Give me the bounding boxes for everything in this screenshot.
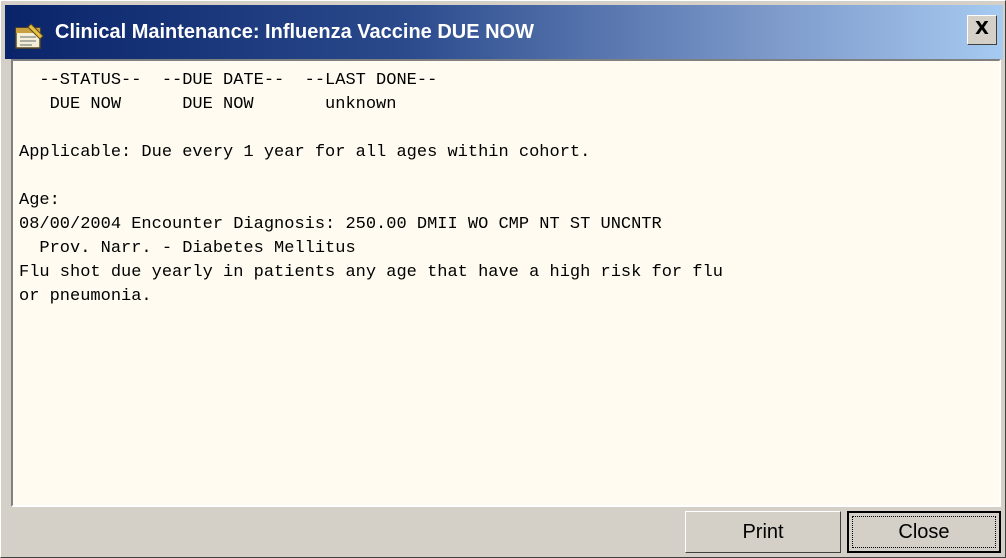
- window-title: Clinical Maintenance: Influenza Vaccine …: [55, 21, 534, 43]
- close-button[interactable]: Close: [847, 511, 1001, 553]
- button-bar: Print Close: [5, 507, 1003, 555]
- report-text-area[interactable]: --STATUS-- --DUE DATE-- --LAST DONE-- DU…: [11, 59, 1001, 507]
- status-header-line: --STATUS-- --DUE DATE-- --LAST DONE--: [19, 71, 438, 90]
- close-icon[interactable]: X: [967, 15, 997, 45]
- age-label: Age:: [19, 191, 60, 210]
- applicable-line: Applicable: Due every 1 year for all age…: [19, 143, 591, 162]
- close-glyph: X: [975, 18, 989, 39]
- provider-narrative-line: Prov. Narr. - Diabetes Mellitus: [19, 239, 356, 258]
- clinical-maintenance-dialog: Clinical Maintenance: Influenza Vaccine …: [0, 0, 1006, 558]
- encounter-diagnosis-line: 08/00/2004 Encounter Diagnosis: 250.00 D…: [19, 215, 662, 234]
- notepad-icon: [13, 17, 45, 49]
- close-button-label: Close: [852, 516, 996, 548]
- note-line-2: or pneumonia.: [19, 287, 152, 306]
- print-button[interactable]: Print: [685, 511, 841, 553]
- title-bar[interactable]: Clinical Maintenance: Influenza Vaccine …: [5, 5, 1003, 59]
- note-line-1: Flu shot due yearly in patients any age …: [19, 263, 723, 282]
- status-values-line: DUE NOW DUE NOW unknown: [19, 95, 397, 114]
